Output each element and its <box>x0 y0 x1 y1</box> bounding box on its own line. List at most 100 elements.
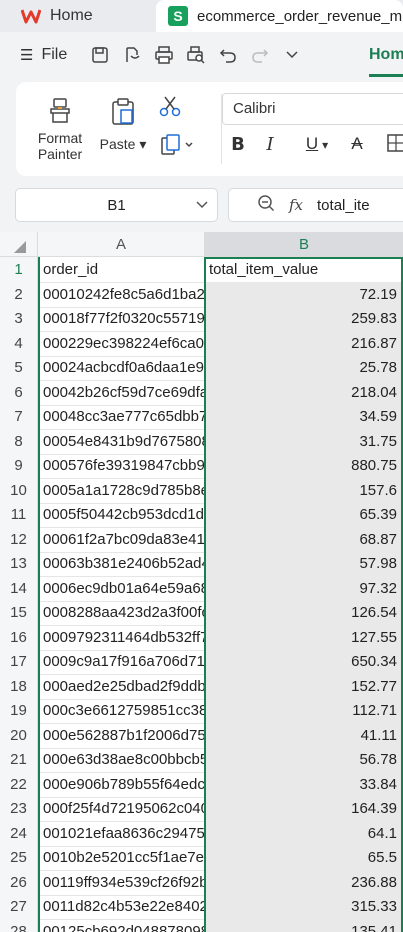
row-header[interactable]: 5 <box>0 355 38 381</box>
cell-b[interactable]: 259.83 <box>205 306 403 332</box>
row-header[interactable]: 10 <box>0 477 38 504</box>
cell-b[interactable]: 650.34 <box>205 649 403 675</box>
strikethrough-button[interactable]: A <box>346 134 368 154</box>
cell-a[interactable]: 00063b381e2406b52ad429470734ebd5 <box>38 551 205 577</box>
cell-b[interactable]: 65.5 <box>205 845 403 871</box>
row-header[interactable]: 21 <box>0 747 38 773</box>
chevron-down-icon[interactable] <box>281 44 303 66</box>
cell-a[interactable]: 000229ec398224ef6ca0657da4fc703e <box>38 330 205 357</box>
cell-b[interactable]: 218.04 <box>205 379 403 406</box>
column-header-b[interactable]: B <box>205 232 403 257</box>
cell-a[interactable]: 0006ec9db01a64e59a68b2c340bf65a7 <box>38 575 205 602</box>
cell-a[interactable]: 0009792311464db532ff765bf7b182ae <box>38 624 205 651</box>
name-box[interactable]: B1 <box>15 188 218 222</box>
row-header[interactable]: 13 <box>0 551 38 577</box>
cell-a[interactable]: 000aed2e25dbad2f9ddb70584c5a2ded <box>38 673 205 700</box>
cell-a[interactable]: 00061f2a7bc09da83e415a52dc8a4af1 <box>38 526 205 553</box>
cell-a[interactable]: 000e63d38ae8c00bbcb5a30573b99628 <box>38 747 205 773</box>
copy-button[interactable] <box>158 134 198 159</box>
row-header[interactable]: 22 <box>0 771 38 798</box>
spreadsheet-grid[interactable]: A B 1 order_id total_item_value 2 00010242fe… <box>0 232 403 932</box>
row-header[interactable]: 8 <box>0 428 38 455</box>
row-header[interactable]: 2 <box>0 281 38 308</box>
row-header[interactable]: 6 <box>0 379 38 406</box>
export-pdf-icon[interactable] <box>121 44 143 66</box>
italic-button[interactable]: I <box>260 134 280 155</box>
cell-b[interactable]: 112.71 <box>205 698 403 724</box>
cell-b[interactable]: 152.77 <box>205 673 403 700</box>
row-header[interactable]: 3 <box>0 306 38 332</box>
tab-document[interactable]: S ecommerce_order_revenue_m <box>156 0 403 32</box>
cell-a[interactable]: 000c3e6612759851cc38cbb4b83be7cc <box>38 698 205 724</box>
file-menu[interactable]: ☰ File <box>0 46 67 64</box>
cell-a[interactable]: 0010b2e5201cc5f1ae7e9c6cc8f5bd00 <box>38 845 205 871</box>
row-header[interactable]: 17 <box>0 649 38 675</box>
bold-button[interactable]: B <box>228 134 248 155</box>
cell-a[interactable]: 00010242fe8c5a6d1ba2dd792cb16214 <box>38 281 205 308</box>
cell-a[interactable]: 000f25f4d72195062c040b12dce9a18a <box>38 796 205 822</box>
cell-b[interactable]: 164.39 <box>205 796 403 822</box>
formula-input[interactable]: fx total_ite <box>228 188 403 222</box>
row-header[interactable]: 27 <box>0 894 38 920</box>
cell-b[interactable]: 236.88 <box>205 869 403 896</box>
fx-icon[interactable]: fx <box>289 196 303 214</box>
print-preview-icon[interactable] <box>185 44 207 66</box>
select-all-corner[interactable] <box>0 232 38 257</box>
font-name-select[interactable]: Calibri <box>222 93 403 125</box>
zoom-icon[interactable] <box>257 194 275 216</box>
cell-b[interactable]: 56.78 <box>205 747 403 773</box>
cell-b[interactable]: 31.75 <box>205 428 403 455</box>
cell-b[interactable]: 57.98 <box>205 551 403 577</box>
row-header[interactable]: 7 <box>0 404 38 430</box>
cell-a[interactable]: 0008288aa423d2a3f00fcb17cd7d8719 <box>38 600 205 626</box>
cell-b[interactable]: 72.19 <box>205 281 403 308</box>
cell-a[interactable]: 000e906b789b55f64edcb1f84030f90d <box>38 771 205 798</box>
cell-b[interactable]: 880.75 <box>205 453 403 479</box>
redo-icon[interactable] <box>249 44 271 66</box>
cell-a[interactable]: 000e562887b1f2006d75e0be9558292e <box>38 722 205 749</box>
cell-a[interactable]: 00125cb692d04887809806618a2a145f <box>38 918 205 932</box>
row-header[interactable]: 14 <box>0 575 38 602</box>
cell-a[interactable]: order_id <box>38 257 205 283</box>
cell-b[interactable]: 126.54 <box>205 600 403 626</box>
cell-a[interactable]: 0011d82c4b53e22e84023405fb467e57 <box>38 894 205 920</box>
cell-b[interactable]: 25.78 <box>205 355 403 381</box>
cell-b[interactable]: 34.59 <box>205 404 403 430</box>
cell-a[interactable]: 00018f77f2f0320c557190d7a144bdd3 <box>38 306 205 332</box>
cell-a[interactable]: 00119ff934e539cf26f92b9ef0cdfed8 <box>38 869 205 896</box>
cell-a[interactable]: 0005a1a1728c9d785b8e2b08b904576c <box>38 477 205 504</box>
cell-a[interactable]: 00048cc3ae777c65dbb7d2a0634bc1ea <box>38 404 205 430</box>
borders-button[interactable] <box>384 134 403 155</box>
cell-a[interactable]: 001021efaa8636c29475e7734483457d <box>38 820 205 847</box>
cell-a[interactable]: 0009c9a17f916a706d71784483a5d643 <box>38 649 205 675</box>
underline-button[interactable]: U ▾ <box>299 134 335 154</box>
row-header[interactable]: 26 <box>0 869 38 896</box>
row-header[interactable]: 15 <box>0 600 38 626</box>
cell-a[interactable]: 00054e8431b9d7675808bcb819fb4a32 <box>38 428 205 455</box>
row-header[interactable]: 19 <box>0 698 38 724</box>
column-header-a[interactable]: A <box>38 232 205 257</box>
cell-b[interactable]: 41.11 <box>205 722 403 749</box>
tab-home[interactable]: Home <box>0 0 150 32</box>
row-header[interactable]: 24 <box>0 820 38 847</box>
row-header[interactable]: 23 <box>0 796 38 822</box>
row-header[interactable]: 28 <box>0 918 38 932</box>
cell-b[interactable]: 65.39 <box>205 502 403 528</box>
undo-icon[interactable] <box>217 44 239 66</box>
home-menu-tab[interactable]: Hom <box>369 32 403 78</box>
cell-b[interactable]: 33.84 <box>205 771 403 798</box>
cell-b[interactable]: 315.33 <box>205 894 403 920</box>
cell-b[interactable]: 157.6 <box>205 477 403 504</box>
row-header[interactable]: 9 <box>0 453 38 479</box>
row-header[interactable]: 12 <box>0 526 38 553</box>
cell-a[interactable]: 0005f50442cb953dcd1d21e1fb923495 <box>38 502 205 528</box>
cell-b[interactable]: 135.41 <box>205 918 403 932</box>
cut-button[interactable] <box>156 94 184 121</box>
row-header[interactable]: 11 <box>0 502 38 528</box>
cell-a[interactable]: 000576fe39319847cbb9d288c5617fa6 <box>38 453 205 479</box>
row-header[interactable]: 18 <box>0 673 38 700</box>
row-header[interactable]: 16 <box>0 624 38 651</box>
format-painter-button[interactable]: Format Painter <box>32 96 88 162</box>
cell-b[interactable]: 127.55 <box>205 624 403 651</box>
row-header[interactable]: 20 <box>0 722 38 749</box>
